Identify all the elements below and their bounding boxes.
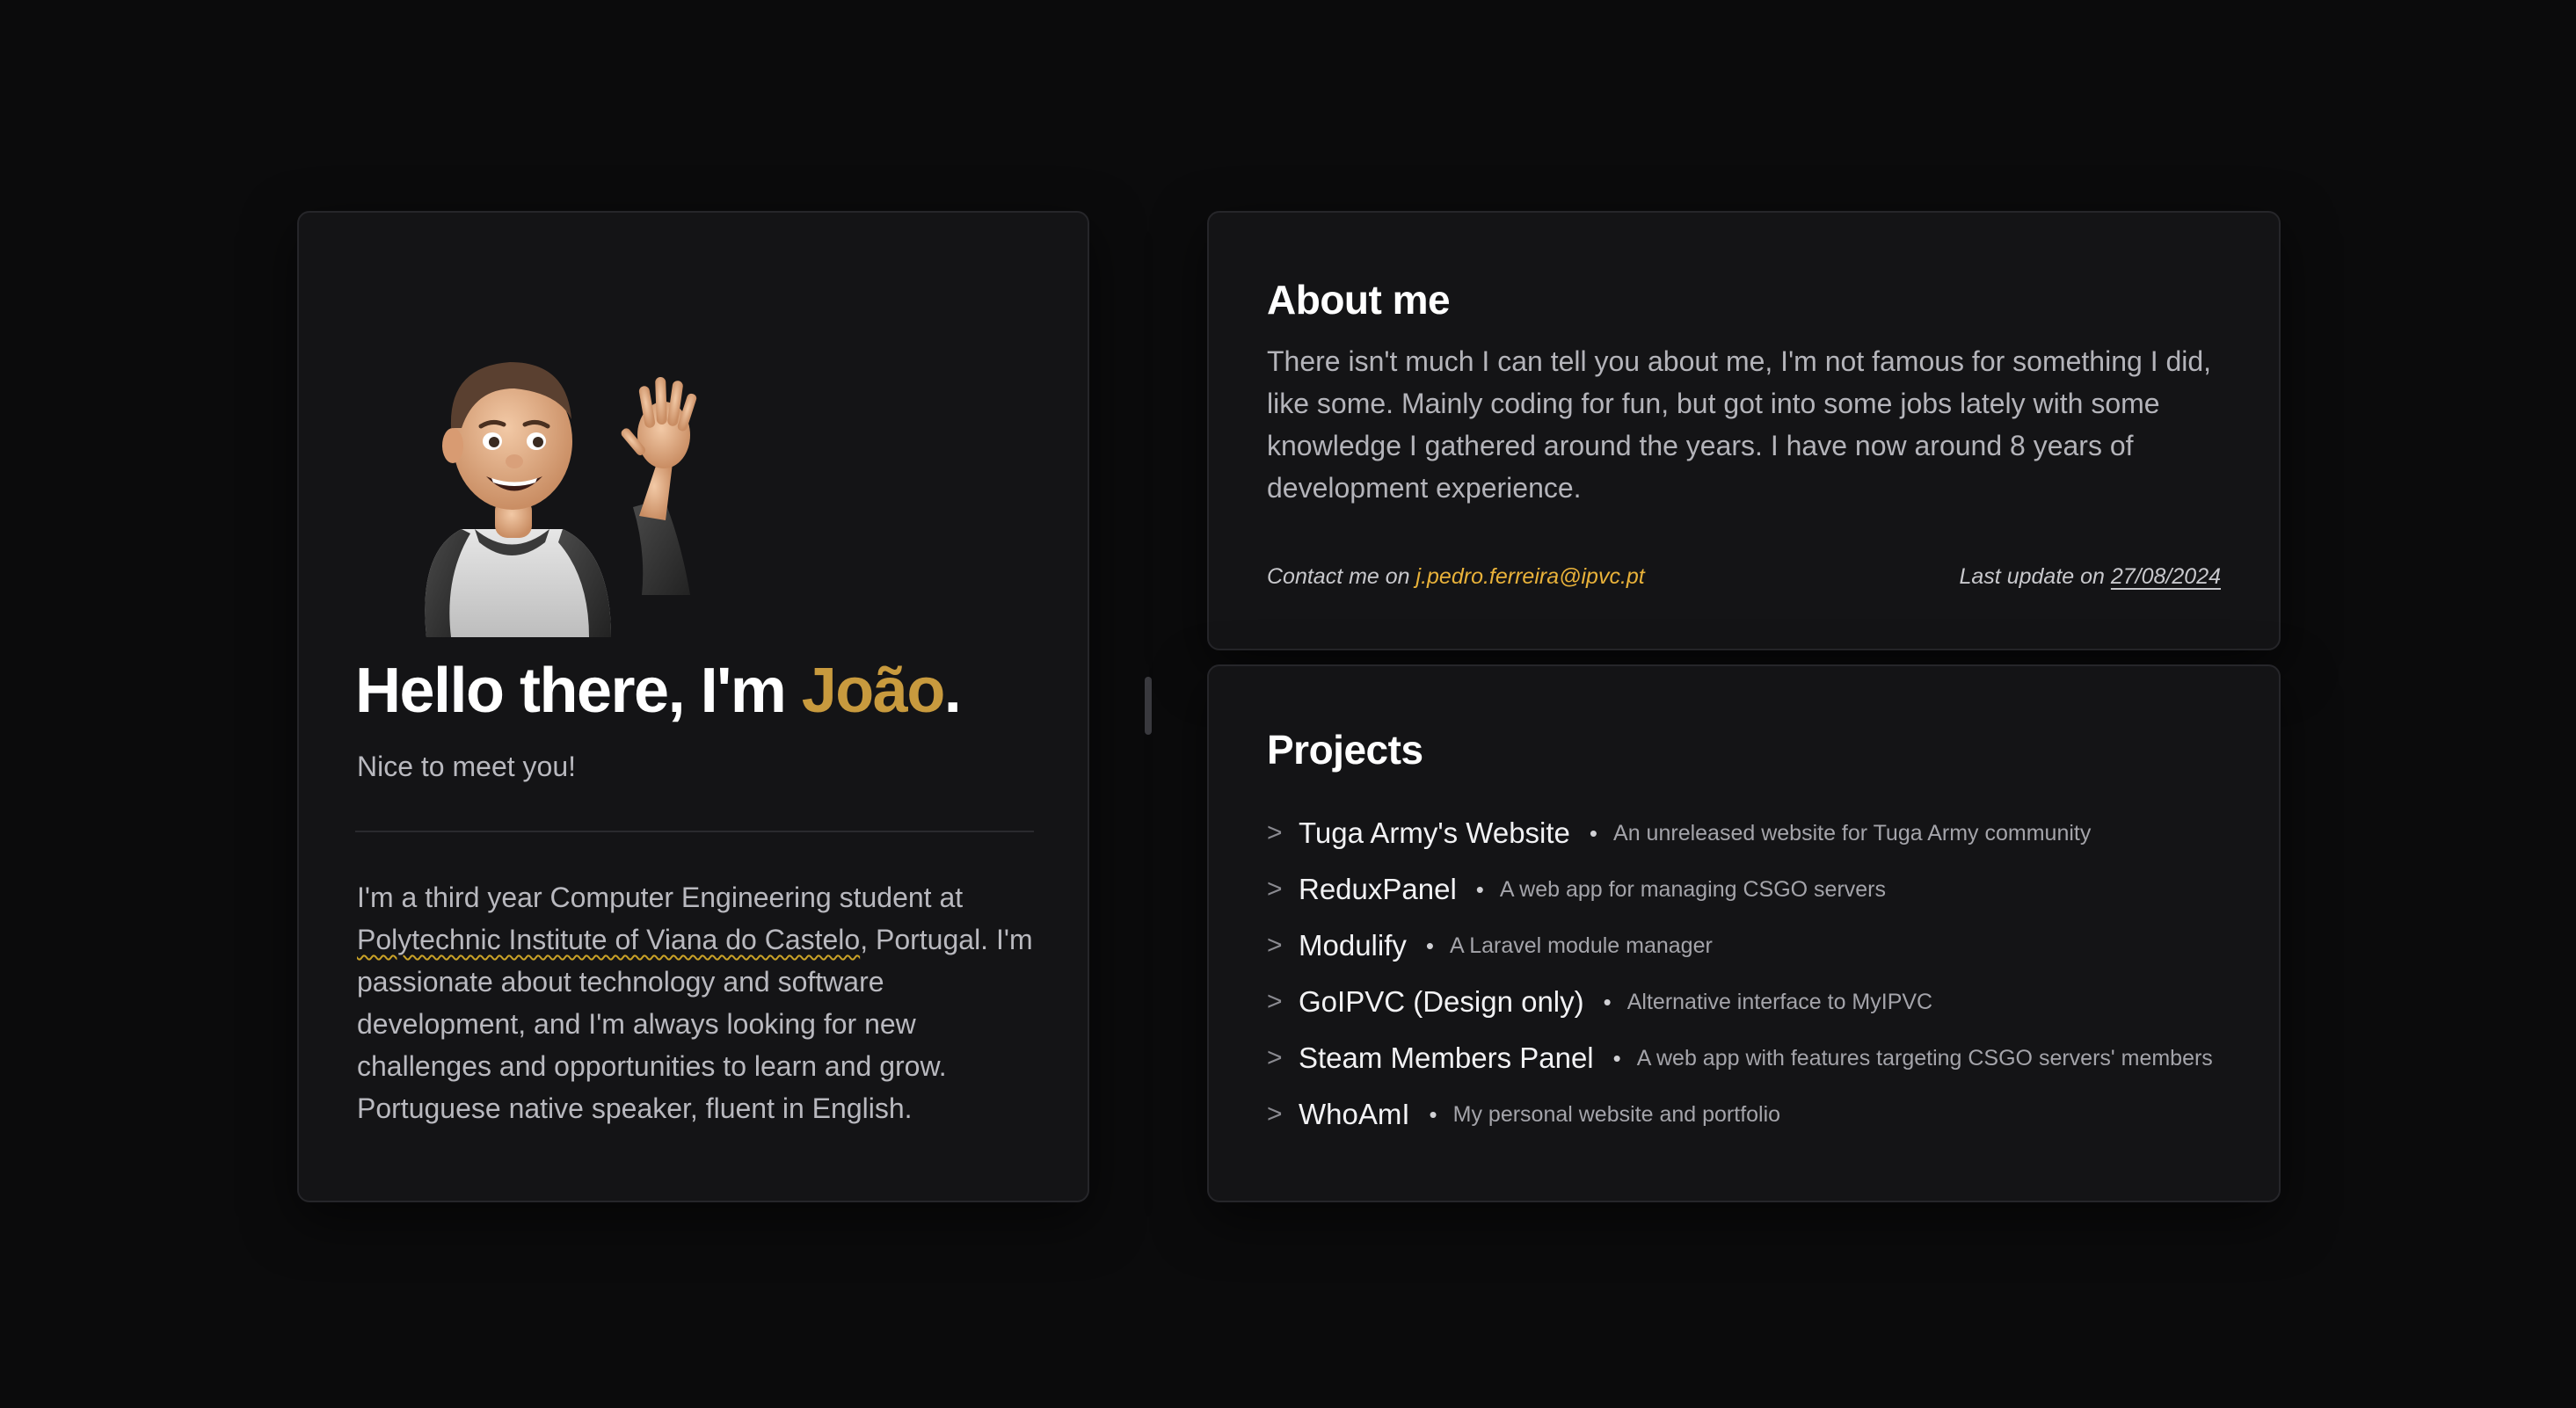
contact-line: Contact me on j.pedro.ferreira@ipvc.pt (1267, 564, 1645, 590)
project-name[interactable]: Modulify (1299, 929, 1407, 962)
separator-dot: • (1429, 1100, 1437, 1128)
greeting-text: Hello there, I'm (355, 656, 802, 726)
chevron-right-icon: > (1267, 1100, 1283, 1129)
name-highlight: João (801, 656, 946, 726)
last-update-date[interactable]: 27/08/2024 (2111, 564, 2221, 589)
greeting-period: . (943, 656, 962, 726)
separator-dot: • (1603, 988, 1612, 1015)
bio-text-start: I'm a third year Computer Engineering st… (357, 882, 964, 913)
projects-title: Projects (1267, 727, 1423, 773)
bio-paragraph: I'm a third year Computer Engineering st… (357, 876, 1052, 1129)
last-update-label: Last update on (1959, 564, 2111, 589)
email-link[interactable]: j.pedro.ferreira@ipvc.pt (1416, 564, 1645, 589)
chevron-right-icon: > (1267, 931, 1283, 960)
project-name[interactable]: GoIPVC (Design only) (1299, 985, 1584, 1019)
waving-avatar-icon (425, 362, 697, 637)
greeting-subtitle: Nice to meet you! (357, 751, 576, 782)
projects-card: Projects > Tuga Army's Website • An unre… (1207, 664, 2281, 1202)
separator-dot: • (1612, 1044, 1621, 1071)
project-item[interactable]: > WhoAmI • My personal website and portf… (1267, 1086, 2213, 1143)
project-description: My personal website and portfolio (1452, 1101, 1781, 1127)
chevron-right-icon: > (1267, 875, 1283, 904)
separator-dot: • (1425, 932, 1434, 959)
project-description: A web app with features targeting CSGO s… (1636, 1045, 2213, 1071)
separator-dot: • (1475, 875, 1484, 903)
project-item[interactable]: > Modulify • A Laravel module manager (1267, 918, 2213, 974)
project-item[interactable]: > GoIPVC (Design only) • Alternative int… (1267, 974, 2213, 1030)
project-item[interactable]: > ReduxPanel • A web app for managing CS… (1267, 861, 2213, 918)
about-title: About me (1267, 277, 1451, 323)
contact-label: Contact me on (1267, 564, 1416, 589)
about-text: There isn't much I can tell you about me… (1267, 345, 2212, 504)
separator-dot: • (1589, 819, 1598, 846)
project-description: A Laravel module manager (1450, 933, 1713, 958)
resize-handle[interactable] (1145, 677, 1152, 735)
greeting-heading: Hello there, I'm João. (355, 656, 962, 726)
chevron-right-icon: > (1267, 818, 1283, 847)
project-description: Alternative interface to MyIPVC (1626, 989, 1933, 1014)
project-description: A web app for managing CSGO servers (1499, 876, 1887, 902)
project-name[interactable]: WhoAmI (1299, 1098, 1410, 1131)
project-description: An unreleased website for Tuga Army comm… (1613, 820, 2092, 846)
chevron-right-icon: > (1267, 987, 1283, 1016)
project-name[interactable]: ReduxPanel (1299, 873, 1457, 906)
divider (355, 831, 1034, 832)
project-item[interactable]: > Tuga Army's Website • An unreleased we… (1267, 805, 2213, 861)
project-list: > Tuga Army's Website • An unreleased we… (1267, 805, 2213, 1143)
project-item[interactable]: > Steam Members Panel • A web app with f… (1267, 1030, 2213, 1086)
intro-card: Hello there, I'm João. Nice to meet you!… (297, 211, 1089, 1202)
last-update-line: Last update on 27/08/2024 (1960, 564, 2222, 590)
about-card: About me There isn't much I can tell you… (1207, 211, 2281, 650)
institute-name: Polytechnic Institute of Viana do Castel… (357, 924, 861, 955)
chevron-right-icon: > (1267, 1043, 1283, 1072)
project-name[interactable]: Steam Members Panel (1299, 1041, 1594, 1075)
project-name[interactable]: Tuga Army's Website (1299, 816, 1570, 850)
